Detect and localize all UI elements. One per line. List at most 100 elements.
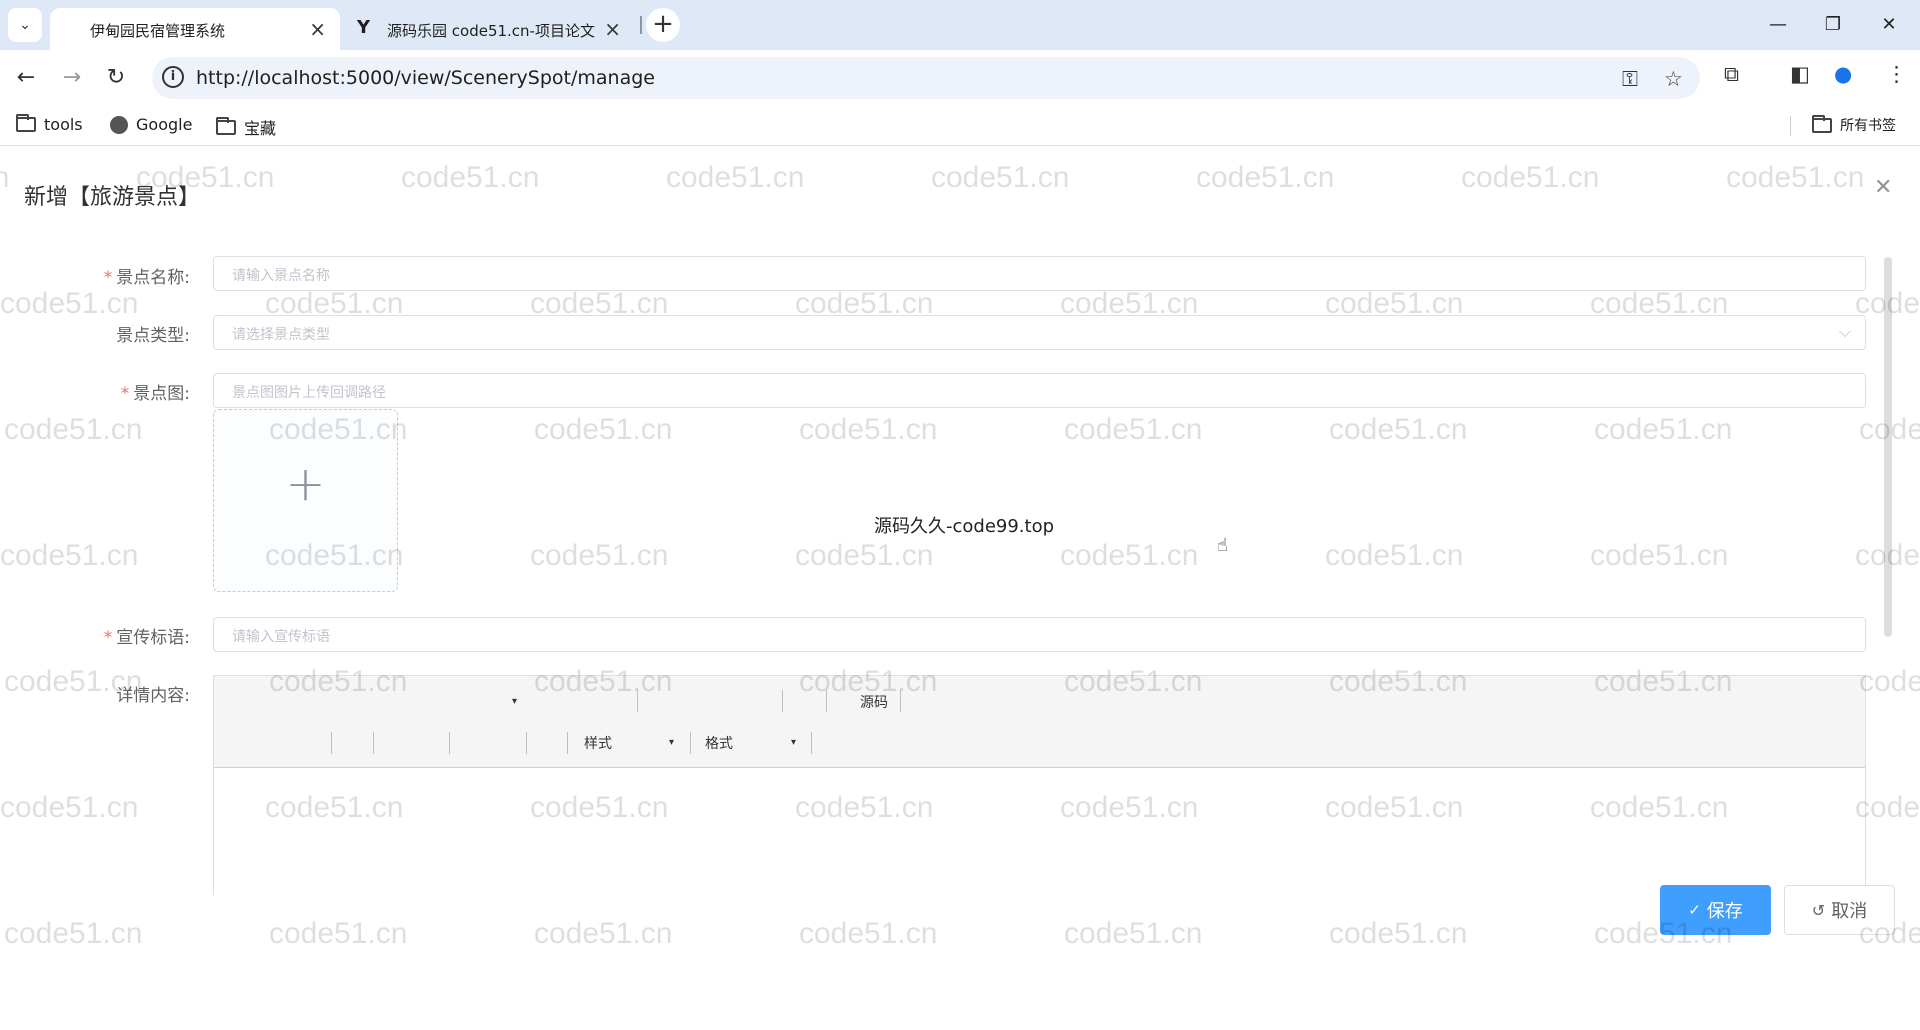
page-content: 新增【旅游景点】 ✕ * 景点名称: 请输入景点名称 景点类型: 请选择景点类型 … xyxy=(0,147,1920,1030)
watermark-text: code51.cn xyxy=(1329,917,1468,950)
toolbar-separator xyxy=(637,690,638,712)
browser-tab-active[interactable]: 伊甸园民宿管理系统 × xyxy=(50,8,340,50)
dialog-close-icon[interactable]: ✕ xyxy=(1874,175,1892,200)
toolbar-separator xyxy=(811,732,812,754)
input-placeholder: 景点图图片上传回调路径 xyxy=(232,385,386,401)
site-info-icon[interactable]: i xyxy=(162,66,184,88)
bookmark-label: tools xyxy=(44,115,83,134)
watermark-text: code51.cn xyxy=(1329,413,1468,446)
field-label-image: * 景点图: xyxy=(120,384,190,404)
watermark-text: code51.cn xyxy=(0,161,10,194)
watermark-text: code51.cn xyxy=(931,161,1070,194)
watermark-text: code51.cn xyxy=(1461,161,1600,194)
reset-icon: ↺ xyxy=(1811,900,1826,920)
close-tab-icon[interactable]: × xyxy=(604,17,621,41)
watermark-text: code51.cn xyxy=(1726,161,1865,194)
password-key-icon[interactable]: ⚿ xyxy=(1622,67,1638,92)
folder-icon xyxy=(1812,114,1832,133)
watermark-text: code51.cn xyxy=(1859,665,1920,698)
bookmark-google[interactable]: Google xyxy=(110,115,192,134)
browser-tab-bar: ⌄ 伊甸园民宿管理系统 × Y 源码乐园 code51.cn-项目论文 × + … xyxy=(0,0,1920,50)
close-tab-icon[interactable]: × xyxy=(309,17,326,41)
source-code-button[interactable]: 源码 xyxy=(860,692,888,712)
watermark-text: code51.cn xyxy=(666,161,805,194)
side-panel-icon[interactable]: ◧ xyxy=(1790,62,1810,86)
image-path-input[interactable]: 景点图图片上传回调路径 xyxy=(213,373,1866,408)
watermark-text: code51.cn xyxy=(534,917,673,950)
watermark-text: code51.cn xyxy=(4,413,143,446)
watermark-text: code51.cn xyxy=(795,539,934,572)
editor-toolbar: ▾ 源码 样式 ▾ 格式 ▾ xyxy=(214,676,1865,768)
rich-text-editor[interactable]: ▾ 源码 样式 ▾ 格式 ▾ xyxy=(213,675,1866,895)
hand-cursor-icon: ☝ xyxy=(1217,535,1228,556)
address-bar[interactable]: i http://localhost:5000/view/ScenerySpot… xyxy=(152,57,1700,99)
select-placeholder: 请选择景点类型 xyxy=(232,327,330,343)
format-dropdown[interactable]: 格式 xyxy=(705,733,733,753)
image-uploader[interactable]: + xyxy=(213,409,398,592)
watermark-text: code51.cn xyxy=(0,539,139,572)
toolbar-separator xyxy=(690,732,691,754)
reload-icon[interactable]: ↻ xyxy=(100,62,132,94)
watermark-text: code51.cn xyxy=(1064,413,1203,446)
tab-search-button[interactable]: ⌄ xyxy=(8,8,42,42)
bookmarks-bar: tools Google 宝藏 所有书签 xyxy=(0,106,1920,146)
toolbar-separator xyxy=(331,732,332,754)
bookmark-star-icon[interactable]: ☆ xyxy=(1664,67,1683,91)
style-dropdown[interactable]: 样式 xyxy=(584,733,612,753)
watermark-text: code51.cn xyxy=(0,791,139,824)
watermark-text: code51.cn xyxy=(0,287,139,320)
all-bookmarks-button[interactable]: 所有书签 xyxy=(1812,114,1896,135)
toolbar-separator xyxy=(373,732,374,754)
input-placeholder: 请输入宣传标语 xyxy=(232,629,330,645)
extensions-icon[interactable]: ⧉ xyxy=(1724,62,1739,87)
watermark-text: code51.cn xyxy=(1064,917,1203,950)
watermark-text: code51.cn xyxy=(401,161,540,194)
watermark-text: code51.cn xyxy=(799,917,938,950)
menu-kebab-icon[interactable]: ⋮ xyxy=(1886,62,1907,86)
browser-toolbar: ← → ↻ i http://localhost:5000/view/Scene… xyxy=(0,50,1920,106)
field-label-slogan: * 宣传标语: xyxy=(103,628,190,648)
minimize-button[interactable]: — xyxy=(1755,10,1801,40)
toolbar-separator xyxy=(449,732,450,754)
bookmark-separator xyxy=(1790,116,1791,136)
profile-avatar-icon[interactable]: ● xyxy=(1834,62,1852,86)
cancel-button[interactable]: ↺ 取消 xyxy=(1784,885,1895,935)
slogan-input[interactable]: 请输入宣传标语 xyxy=(213,617,1866,652)
dropdown-caret-icon[interactable]: ▾ xyxy=(512,696,517,707)
required-mark: * xyxy=(120,384,130,404)
watermark-text: code51.cn xyxy=(530,539,669,572)
bookmark-treasure[interactable]: 宝藏 xyxy=(216,115,276,139)
site-favicon-icon: Y xyxy=(357,17,371,38)
restore-button[interactable]: ❐ xyxy=(1810,10,1856,40)
bookmark-tools[interactable]: tools xyxy=(16,114,83,134)
dropdown-caret-icon: ▾ xyxy=(791,737,797,748)
watermark-text: code51.cn xyxy=(1590,539,1729,572)
browser-tab[interactable]: Y 源码乐园 code51.cn-项目论文 × xyxy=(345,8,635,50)
tab-title: 源码乐园 code51.cn-项目论文 xyxy=(387,22,595,40)
dialog-scrollbar[interactable] xyxy=(1884,257,1892,637)
toolbar-separator xyxy=(900,690,901,712)
close-window-button[interactable]: ✕ xyxy=(1866,10,1912,40)
scenic-type-select[interactable]: 请选择景点类型 ⌵ xyxy=(213,315,1866,350)
tab-title: 伊甸园民宿管理系统 xyxy=(90,22,226,40)
toolbar-separator xyxy=(782,690,783,712)
url-text: http://localhost:5000/view/ScenerySpot/m… xyxy=(196,67,655,89)
check-edit-icon: ✓ xyxy=(1688,901,1701,919)
scenic-name-input[interactable]: 请输入景点名称 xyxy=(213,256,1866,291)
required-mark: * xyxy=(103,628,113,648)
bookmark-label: Google xyxy=(136,115,193,134)
field-label-name: * 景点名称: xyxy=(103,268,190,288)
watermark-text: code51.cn xyxy=(4,917,143,950)
watermark-text: code51.cn xyxy=(1060,539,1199,572)
save-button[interactable]: ✓ 保存 xyxy=(1660,885,1771,935)
all-bookmarks-label: 所有书签 xyxy=(1840,118,1896,134)
back-icon[interactable]: ← xyxy=(10,62,42,94)
overlay-watermark-text: 源码久久-code99.top xyxy=(874,516,1055,537)
forward-icon[interactable]: → xyxy=(56,62,88,94)
field-label-type: 景点类型: xyxy=(116,326,190,346)
tab-separator xyxy=(640,16,642,34)
toolbar-separator xyxy=(826,690,827,712)
new-tab-button[interactable]: + xyxy=(646,8,680,42)
dialog-title: 新增【旅游景点】 xyxy=(24,185,201,210)
toolbar-separator xyxy=(526,732,527,754)
